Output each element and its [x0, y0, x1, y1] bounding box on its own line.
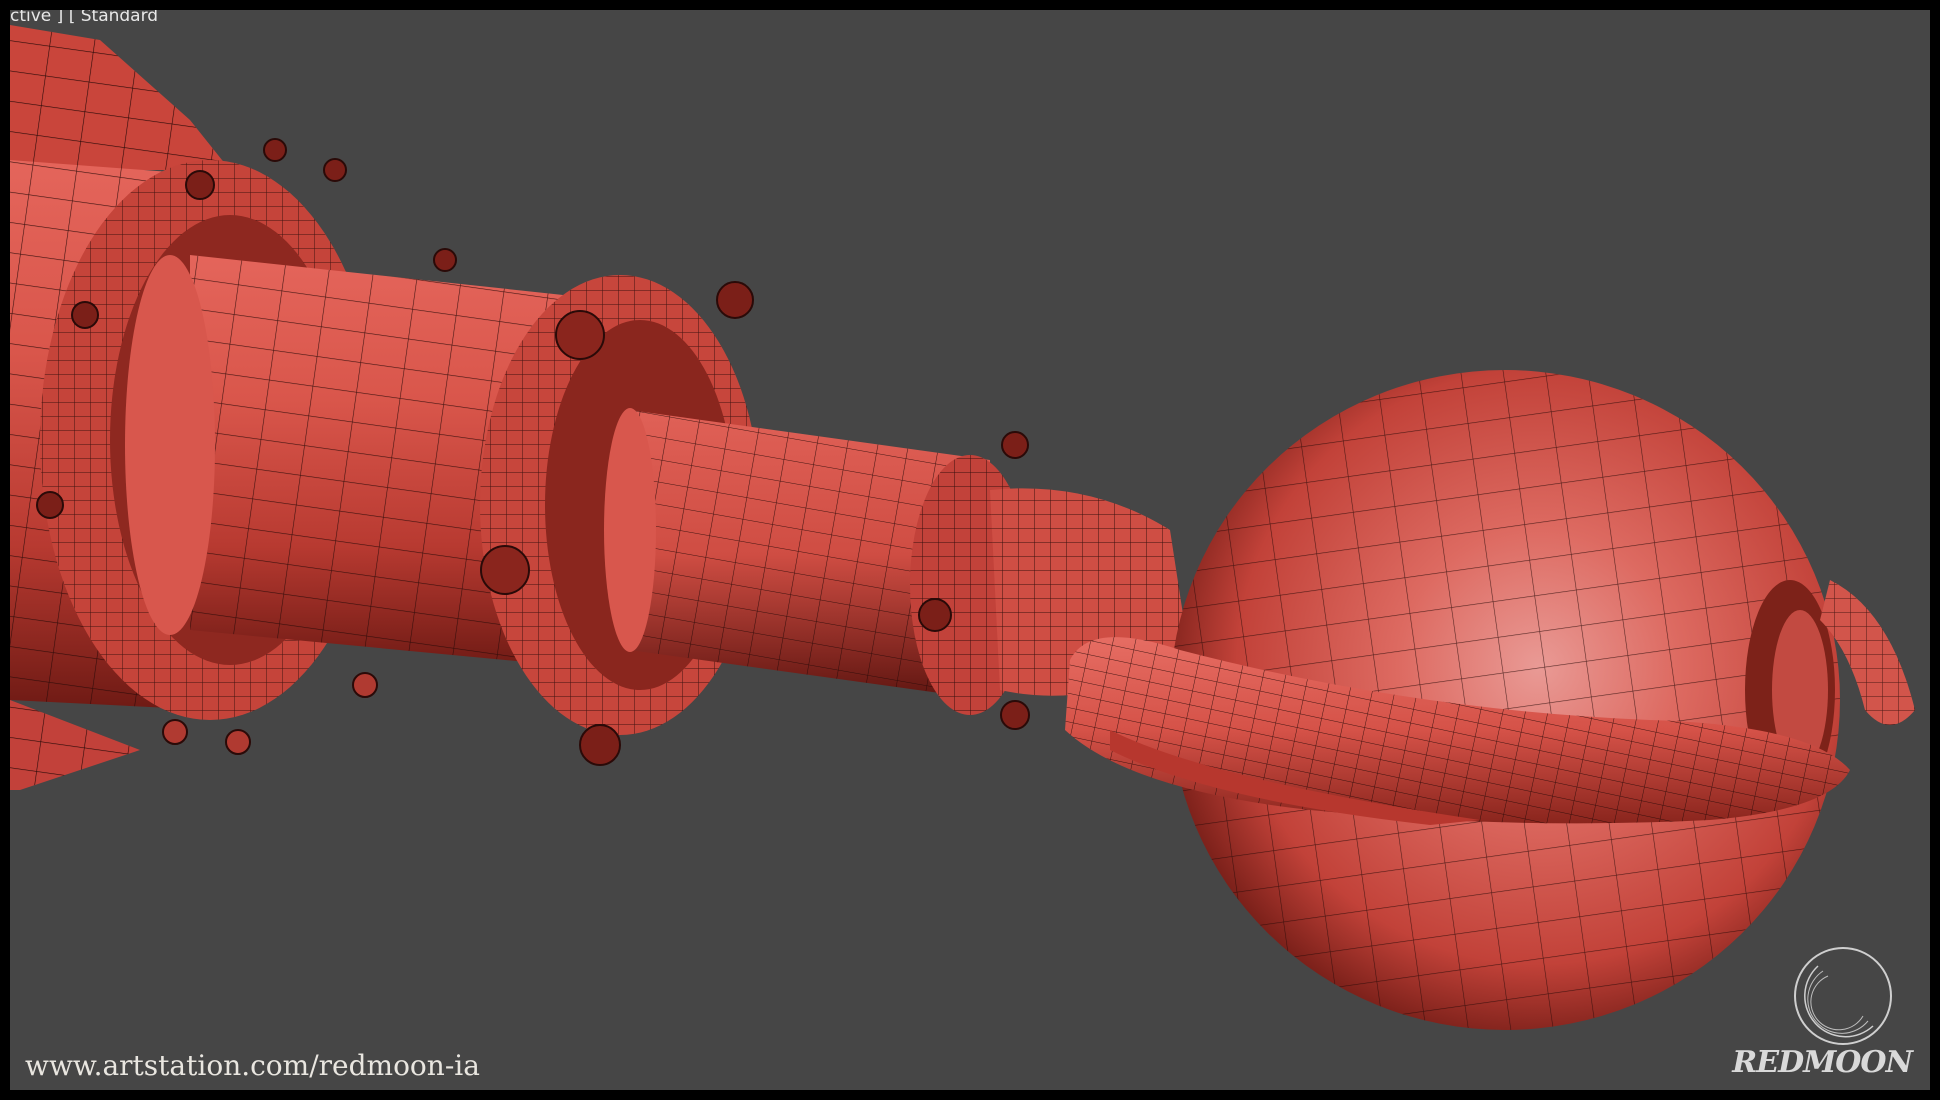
redmoon-logo-text: REDMOON — [1732, 1045, 1913, 1080]
artstation-url: www.artstation.com/redmoon-ia — [25, 1049, 480, 1082]
viewport-label[interactable]: ctive ] [ Standard — [10, 10, 158, 26]
model-render — [10, 25, 1915, 1030]
3d-viewport[interactable]: ctive ] [ Standard www.artstation.com/re… — [10, 10, 1930, 1090]
screenshot-frame: ctive ] [ Standard www.artstation.com/re… — [0, 0, 1940, 1100]
